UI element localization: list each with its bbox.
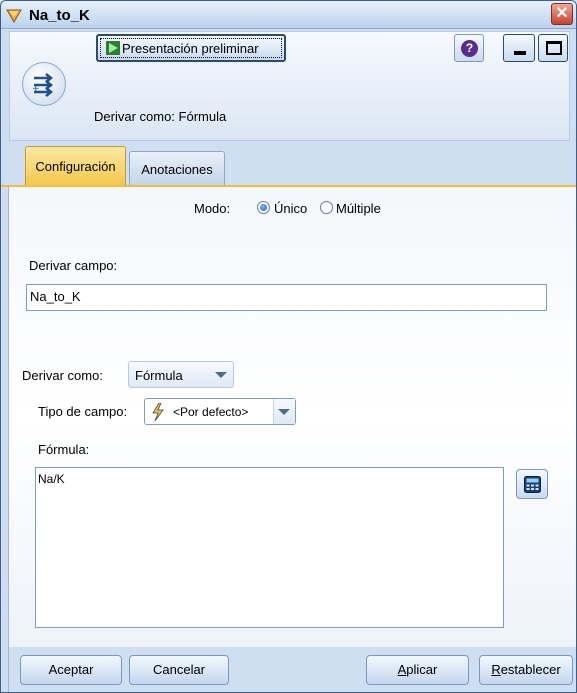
- mode-multiple-radio[interactable]: [320, 201, 333, 214]
- reset-button[interactable]: Restablecer: [479, 655, 573, 685]
- formula-textarea[interactable]: Na/K: [35, 467, 504, 628]
- chevron-down-icon: [215, 372, 227, 378]
- maximize-button[interactable]: [538, 34, 568, 62]
- derive-as-value: Fórmula: [135, 368, 183, 383]
- help-button[interactable]: ?: [454, 34, 484, 62]
- formula-label: Fórmula:: [38, 442, 90, 457]
- preview-button[interactable]: Presentación preliminar: [96, 34, 286, 62]
- panel-left-border: [1, 187, 9, 692]
- window-title: Na_to_K: [29, 7, 90, 24]
- derive-as-label: Derivar como:: [22, 368, 103, 383]
- tab-configuracion[interactable]: Configuración: [25, 146, 126, 186]
- mode-unico-label[interactable]: Único: [274, 201, 307, 216]
- expression-builder-button[interactable]: [516, 469, 548, 499]
- node-header: + Presentación preliminar ? Derivar como…: [9, 31, 570, 141]
- maximize-icon: [546, 41, 562, 55]
- derive-as-select[interactable]: Fórmula: [128, 361, 234, 388]
- lightning-icon: [152, 403, 164, 421]
- title-bar[interactable]: Na_to_K ✕: [1, 1, 576, 29]
- field-type-label: Tipo de campo:: [38, 404, 128, 419]
- field-type-select[interactable]: <Por defecto>: [144, 398, 296, 425]
- mode-multiple-label[interactable]: Múltiple: [336, 201, 381, 216]
- help-icon: ?: [461, 40, 478, 57]
- preview-button-label: Presentación preliminar: [122, 41, 259, 56]
- derive-node-icon: +: [22, 62, 66, 106]
- app-icon: [6, 9, 22, 23]
- field-type-dropdown-button[interactable]: [273, 399, 295, 424]
- ok-button[interactable]: Aceptar: [20, 655, 122, 685]
- tab-anotaciones[interactable]: Anotaciones: [129, 151, 225, 185]
- svg-text:+: +: [32, 84, 40, 94]
- derive-field-input[interactable]: Na_to_K: [26, 284, 547, 311]
- minimize-button[interactable]: [503, 34, 535, 62]
- close-icon: ✕: [555, 5, 569, 22]
- play-icon: [106, 41, 120, 55]
- chevron-down-icon: [278, 409, 290, 415]
- calculator-icon: [524, 476, 541, 493]
- minimize-icon: [514, 51, 526, 55]
- derive-as-summary: Derivar como: Fórmula: [94, 109, 227, 124]
- mode-label: Modo:: [194, 201, 231, 216]
- mode-unico-radio[interactable]: [257, 201, 270, 214]
- cancel-button[interactable]: Cancelar: [129, 655, 229, 685]
- close-button[interactable]: ✕: [551, 3, 573, 25]
- dialog-window: Na_to_K ✕ + Presentación preliminar ? De…: [0, 0, 577, 693]
- derive-field-label: Derivar campo:: [29, 258, 118, 273]
- apply-button[interactable]: Aplicar: [366, 655, 469, 685]
- field-type-value: <Por defecto>: [173, 405, 249, 419]
